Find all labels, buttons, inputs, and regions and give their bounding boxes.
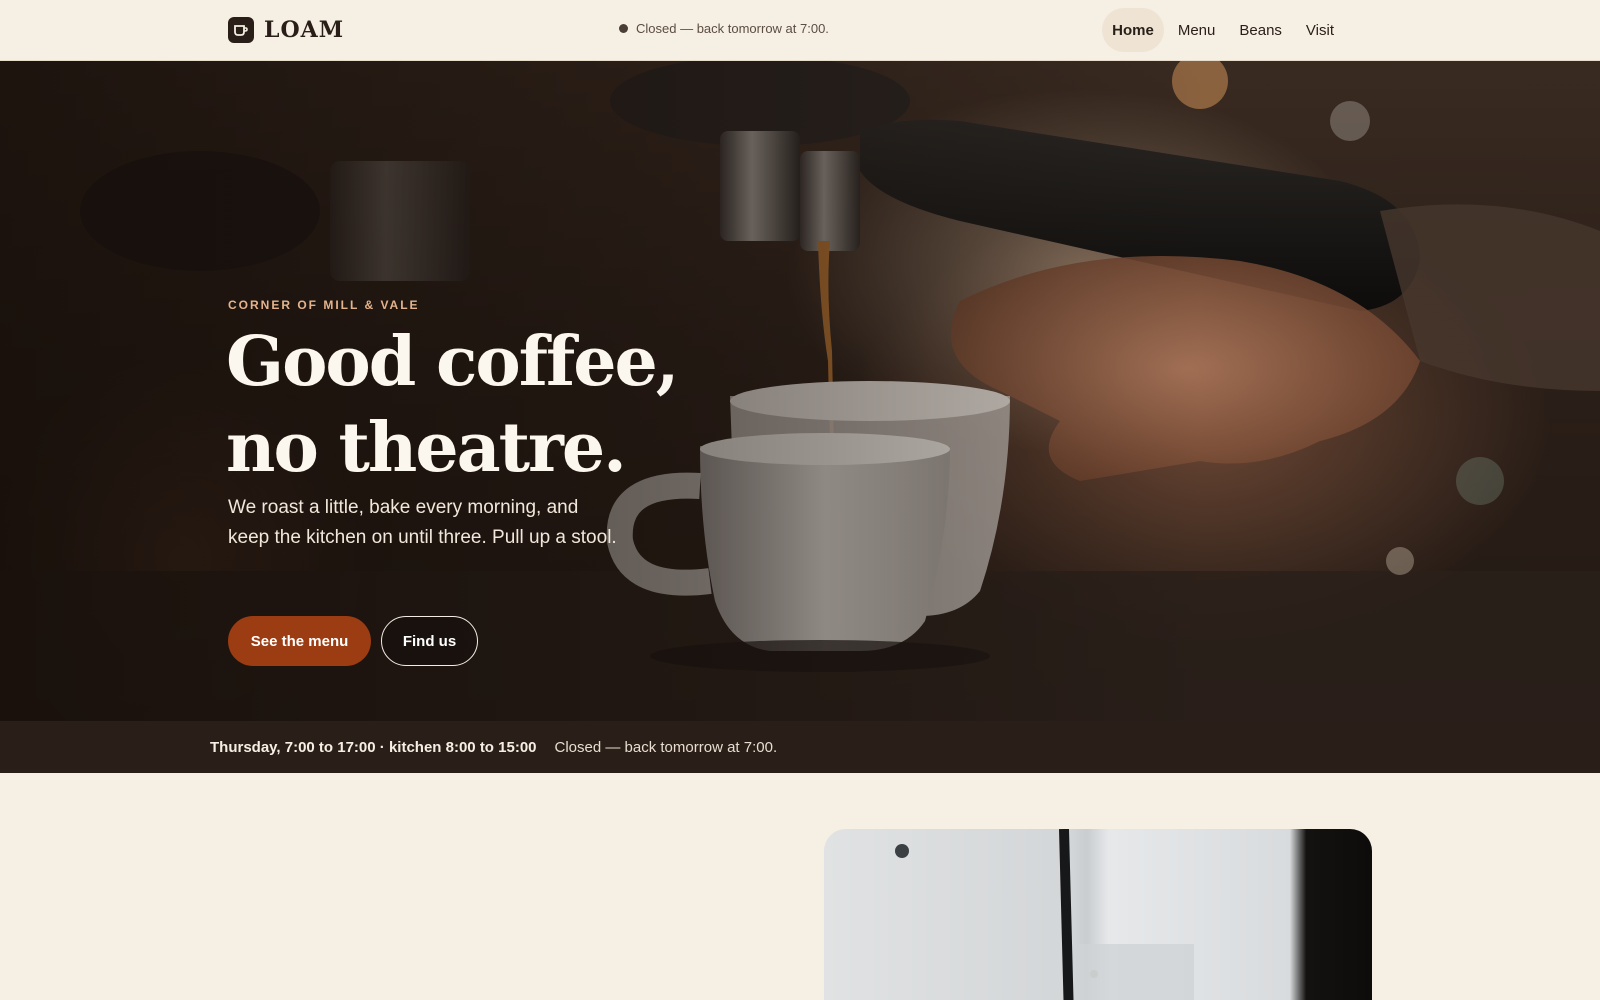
barista-photo	[824, 829, 1372, 1000]
brand-logo[interactable]: LOAM	[228, 16, 344, 44]
find-us-button[interactable]: Find us	[381, 616, 478, 666]
coffee-cup-icon	[228, 17, 254, 43]
headline-line-1: Good coffee,	[226, 322, 679, 402]
site-header: LOAM Closed — back tomorrow at 7:00. Hom…	[0, 0, 1600, 61]
hours-status: Closed — back tomorrow at 7:00.	[554, 738, 778, 756]
open-status: Closed — back tomorrow at 7:00.	[619, 21, 829, 36]
see-menu-button[interactable]: See the menu	[228, 616, 371, 666]
nav-beans[interactable]: Beans	[1229, 8, 1292, 52]
main-nav: Home Menu Beans Visit	[1102, 8, 1344, 52]
hero-headline: Good coffee, no theatre.	[226, 319, 746, 491]
hours-bar: Thursday, 7:00 to 17:00 · kitchen 8:00 t…	[0, 721, 1600, 773]
nav-menu[interactable]: Menu	[1168, 8, 1226, 52]
barista-shirt-image	[895, 829, 1194, 1000]
status-text: Closed — back tomorrow at 7:00.	[636, 21, 829, 36]
headline-line-2: no theatre.	[226, 408, 627, 488]
hero-actions: See the menu Find us	[228, 616, 478, 666]
nav-visit[interactable]: Visit	[1296, 8, 1344, 52]
status-dot-icon	[619, 24, 628, 33]
hero-eyebrow: CORNER OF MILL & VALE	[228, 298, 420, 312]
hero: CORNER OF MILL & VALE Good coffee, no th…	[0, 61, 1600, 721]
nav-home[interactable]: Home	[1102, 8, 1164, 52]
hero-lede: We roast a little, bake every morning, a…	[228, 497, 617, 548]
todays-hours: Thursday, 7:00 to 17:00 · kitchen 8:00 t…	[210, 738, 537, 756]
brand-name: LOAM	[264, 17, 345, 43]
